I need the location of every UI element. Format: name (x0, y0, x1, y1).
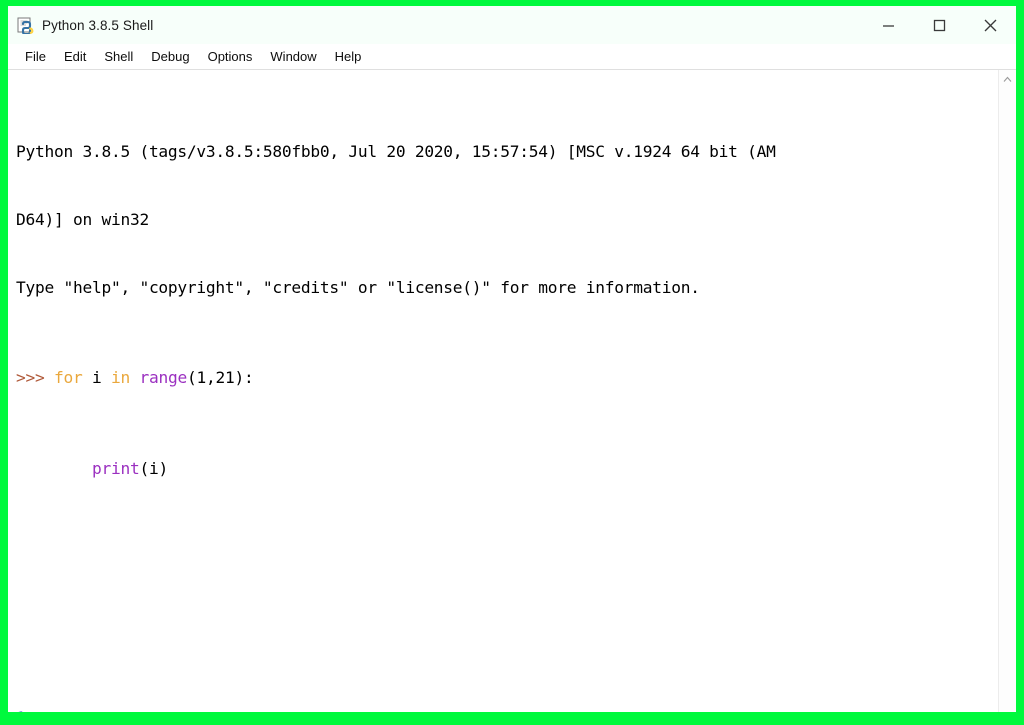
menu-bar: File Edit Shell Debug Options Window Hel… (8, 44, 1016, 70)
vertical-scrollbar[interactable] (998, 70, 1016, 712)
shell-text-output[interactable]: Python 3.8.5 (tags/v3.8.5:580fbb0, Jul 2… (8, 70, 998, 712)
menu-item-file[interactable]: File (16, 45, 55, 69)
banner-line-text: Type "help", "copyright", "credits" or "… (16, 277, 700, 297)
input-line-print: print(i) (16, 458, 998, 481)
prompt-token: >>> (16, 368, 54, 388)
window-controls (863, 6, 1016, 44)
banner-line-text: Python 3.8.5 (tags/v3.8.5:580fbb0, Jul 2… (16, 141, 776, 161)
menu-item-debug[interactable]: Debug (142, 45, 198, 69)
builtin-range: range (139, 368, 187, 388)
close-button[interactable] (965, 6, 1016, 44)
title-bar-left: Python 3.8.5 Shell (8, 17, 154, 35)
banner-line: Python 3.8.5 (tags/v3.8.5:580fbb0, Jul 2… (16, 141, 998, 164)
menu-item-options[interactable]: Options (199, 45, 262, 69)
chevron-up-icon[interactable] (999, 70, 1016, 88)
keyword-in: in (110, 368, 130, 388)
idle-shell-window: Python 3.8.5 Shell File Edit Shell Debug… (8, 6, 1016, 712)
title-bar: Python 3.8.5 Shell (8, 6, 1016, 44)
output-value: 1 (16, 708, 26, 712)
menu-item-edit[interactable]: Edit (55, 45, 95, 69)
menu-item-shell[interactable]: Shell (95, 45, 142, 69)
window-title: Python 3.8.5 Shell (42, 17, 154, 33)
scrollbar-track[interactable] (999, 88, 1016, 712)
keyword-for: for (53, 368, 83, 388)
screen-green-background: Python 3.8.5 Shell File Edit Shell Debug… (0, 0, 1024, 725)
range-args: (1,21): (186, 368, 254, 388)
input-line-for: >>> for i in range(1,21): (16, 367, 998, 390)
print-args: (i) (139, 459, 168, 479)
builtin-print: print (91, 459, 140, 479)
python-idle-icon (17, 17, 34, 35)
banner-line: Type "help", "copyright", "credits" or "… (16, 277, 998, 300)
variable-i: i (82, 368, 111, 388)
banner-line: D64)] on win32 (16, 209, 998, 232)
shell-area: Python 3.8.5 (tags/v3.8.5:580fbb0, Jul 2… (8, 70, 1016, 712)
menu-item-help[interactable]: Help (326, 45, 371, 69)
banner-line-text: D64)] on win32 (16, 209, 149, 229)
minimize-button[interactable] (863, 6, 914, 44)
menu-item-window[interactable]: Window (261, 45, 325, 69)
maximize-button[interactable] (914, 6, 965, 44)
output-line: 1 (16, 707, 998, 712)
